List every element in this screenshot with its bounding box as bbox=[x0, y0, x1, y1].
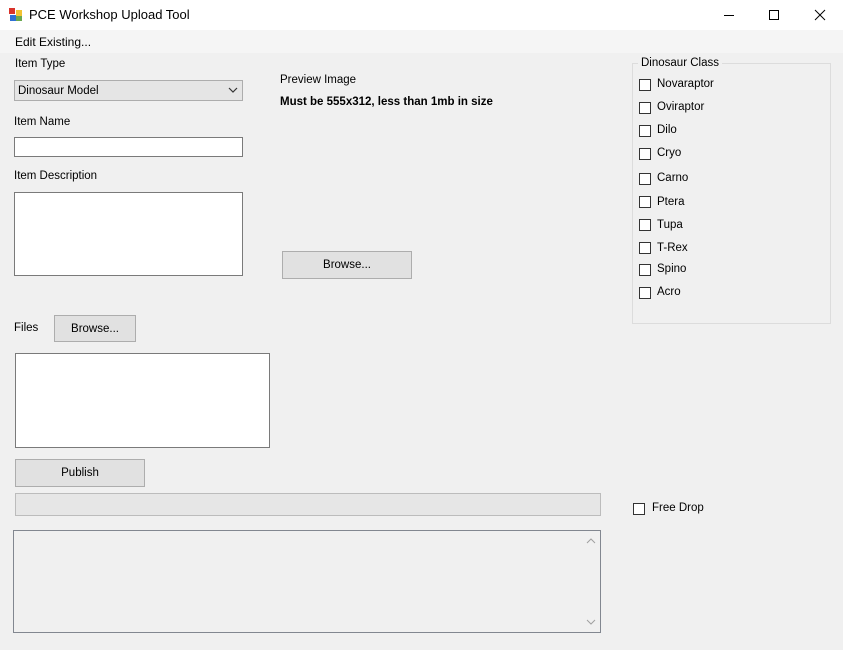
item-type-label: Item Type bbox=[15, 58, 66, 70]
checkbox-acro[interactable] bbox=[639, 287, 651, 299]
checkbox-label[interactable]: Spino bbox=[657, 263, 686, 275]
checkbox-tupa[interactable] bbox=[639, 219, 651, 231]
chevron-down-icon bbox=[228, 87, 238, 93]
checkbox-box[interactable] bbox=[639, 219, 651, 231]
checkbox-box[interactable] bbox=[639, 173, 651, 185]
checkbox-t-rex[interactable] bbox=[639, 242, 651, 254]
close-button[interactable] bbox=[797, 0, 843, 30]
item-description-label: Item Description bbox=[14, 170, 98, 182]
log-output[interactable] bbox=[13, 530, 601, 633]
minimize-icon bbox=[724, 15, 734, 16]
checkbox-box[interactable] bbox=[639, 264, 651, 276]
item-type-dropdown[interactable]: Dinosaur Model bbox=[14, 80, 243, 101]
checkbox-box[interactable] bbox=[639, 79, 651, 91]
checkbox-box[interactable] bbox=[639, 287, 651, 299]
checkbox-box[interactable] bbox=[639, 102, 651, 114]
checkbox-oviraptor[interactable] bbox=[639, 102, 651, 114]
dinosaur-class-title: Dinosaur Class bbox=[638, 57, 722, 69]
checkbox-spino[interactable] bbox=[639, 264, 651, 276]
menu-item-edit-existing[interactable]: Edit Existing... bbox=[15, 35, 91, 49]
checkbox-box[interactable] bbox=[639, 242, 651, 254]
checkbox-label[interactable]: Cryo bbox=[657, 147, 681, 159]
maximize-icon bbox=[769, 10, 779, 20]
checkbox-label[interactable]: Carno bbox=[657, 172, 688, 184]
files-browse-button[interactable]: Browse... bbox=[54, 315, 136, 342]
checkbox-box[interactable] bbox=[639, 148, 651, 160]
files-list[interactable] bbox=[15, 353, 270, 448]
checkbox-dilo[interactable] bbox=[639, 125, 651, 137]
item-type-selected: Dinosaur Model bbox=[18, 84, 99, 97]
checkbox-free-drop[interactable] bbox=[633, 503, 645, 515]
checkbox-label[interactable]: Acro bbox=[657, 286, 681, 298]
scroll-up-icon[interactable] bbox=[586, 537, 596, 545]
preview-image-hint: Must be 555x312, less than 1mb in size bbox=[280, 96, 493, 108]
checkbox-label[interactable]: Tupa bbox=[657, 219, 683, 231]
checkbox-label[interactable]: Dilo bbox=[657, 124, 677, 136]
checkbox-cryo[interactable] bbox=[639, 148, 651, 160]
scroll-down-icon[interactable] bbox=[586, 618, 596, 626]
item-name-label: Item Name bbox=[14, 116, 71, 128]
checkbox-label[interactable]: T-Rex bbox=[657, 242, 688, 254]
preview-image-label: Preview Image bbox=[280, 74, 357, 86]
checkbox-carno[interactable] bbox=[639, 173, 651, 185]
checkbox-novaraptor[interactable] bbox=[639, 79, 651, 91]
log-text bbox=[14, 531, 600, 537]
menu-bar bbox=[0, 30, 843, 53]
minimize-button[interactable] bbox=[706, 0, 752, 30]
maximize-button[interactable] bbox=[751, 0, 797, 30]
checkbox-label[interactable]: Oviraptor bbox=[657, 101, 704, 113]
checkbox-ptera[interactable] bbox=[639, 196, 651, 208]
publish-button[interactable]: Publish bbox=[15, 459, 145, 487]
free-drop-label[interactable]: Free Drop bbox=[652, 502, 704, 514]
checkbox-box[interactable] bbox=[639, 196, 651, 208]
app-icon bbox=[9, 8, 22, 21]
checkbox-box[interactable] bbox=[633, 503, 645, 515]
upload-progress-bar bbox=[15, 493, 601, 516]
files-label: Files bbox=[14, 322, 39, 334]
window-title: PCE Workshop Upload Tool bbox=[29, 7, 190, 22]
checkbox-box[interactable] bbox=[639, 125, 651, 137]
preview-browse-button[interactable]: Browse... bbox=[282, 251, 412, 279]
item-description-textarea[interactable] bbox=[14, 192, 243, 276]
log-scrollbar[interactable] bbox=[583, 531, 600, 632]
checkbox-label[interactable]: Novaraptor bbox=[657, 78, 714, 90]
checkbox-label[interactable]: Ptera bbox=[657, 196, 685, 208]
item-name-input[interactable] bbox=[14, 137, 243, 157]
close-icon bbox=[814, 9, 826, 21]
